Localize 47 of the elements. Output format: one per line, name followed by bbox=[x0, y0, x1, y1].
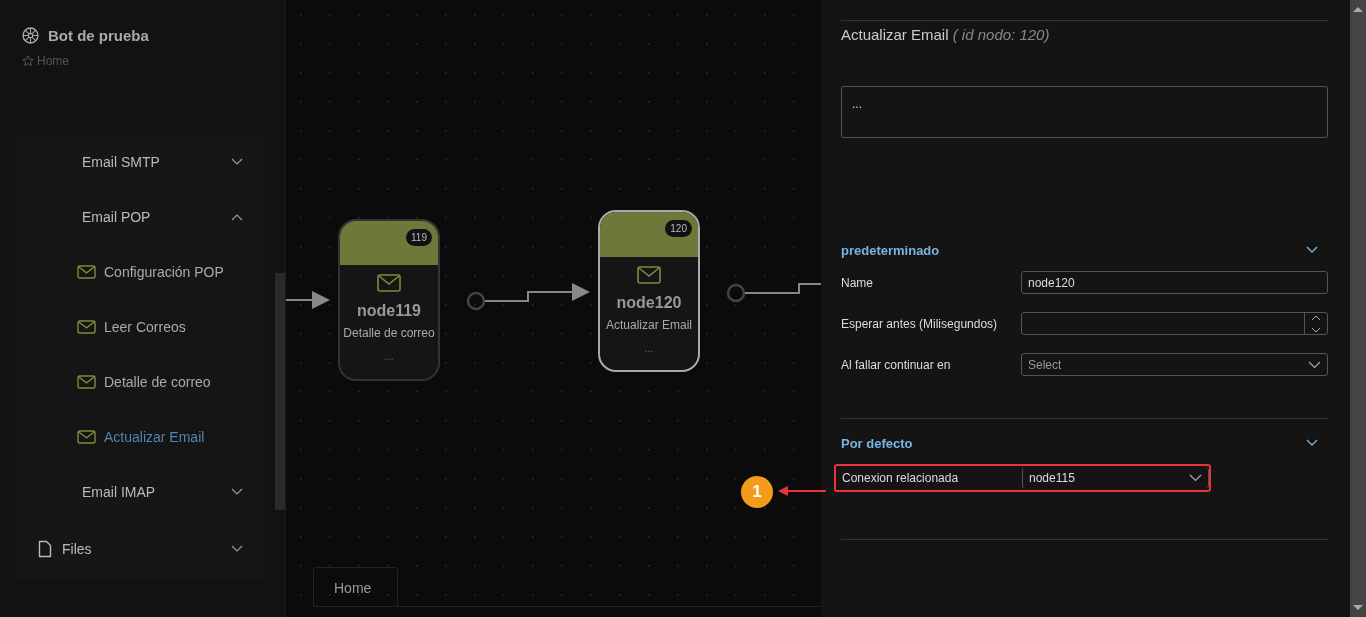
description-field[interactable]: ... bbox=[841, 86, 1328, 138]
scrollbar[interactable] bbox=[1350, 0, 1366, 617]
section-title[interactable]: Por defecto bbox=[841, 435, 913, 451]
chevron-icon bbox=[1308, 360, 1321, 369]
wheel-icon bbox=[22, 27, 39, 44]
star-icon[interactable] bbox=[22, 55, 34, 67]
number-field[interactable] bbox=[1021, 312, 1328, 335]
scroll-down-icon[interactable] bbox=[1353, 605, 1363, 611]
bot-title: Bot de prueba bbox=[48, 27, 149, 44]
envelope-icon bbox=[77, 375, 96, 389]
chevron-icon[interactable] bbox=[1306, 439, 1318, 447]
scroll-up-icon[interactable] bbox=[1353, 6, 1363, 12]
node-name: node120 bbox=[616, 294, 682, 312]
callout-arrow bbox=[778, 485, 826, 497]
envelope-icon bbox=[77, 265, 96, 279]
menu-group[interactable]: Email POP bbox=[15, 190, 263, 245]
menu-group[interactable]: Email SMTP bbox=[15, 135, 263, 190]
node-id-badge: 119 bbox=[406, 229, 432, 246]
connector-arrow bbox=[286, 291, 330, 309]
field-label: Name bbox=[841, 275, 874, 290]
scrollbar[interactable] bbox=[275, 273, 285, 510]
node-more: ... bbox=[384, 350, 394, 362]
chevron-icon[interactable] bbox=[1306, 246, 1318, 254]
select-field[interactable]: Select bbox=[1021, 353, 1328, 376]
envelope-icon bbox=[637, 266, 661, 284]
field-label: Conexion relacionada bbox=[842, 471, 960, 485]
node-subtitle: Actualizar Email bbox=[606, 318, 692, 332]
name-field[interactable]: node120 bbox=[1021, 271, 1328, 294]
node-more: ... bbox=[644, 342, 654, 354]
menu-group[interactable]: Email IMAP bbox=[15, 465, 263, 520]
chevron-icon bbox=[1189, 474, 1202, 482]
field-label: Esperar antes (Milisegundos) bbox=[841, 316, 999, 331]
node-subtitle: Detalle de correo bbox=[343, 326, 435, 340]
field-label: Al fallar continuar en bbox=[841, 357, 952, 372]
home-tab[interactable]: Home bbox=[313, 567, 399, 607]
flow-node[interactable]: 119 node119 Detalle de correo ... bbox=[338, 219, 440, 381]
file-icon bbox=[38, 540, 52, 558]
node-name: node119 bbox=[357, 302, 421, 320]
menu-group[interactable]: Files bbox=[15, 520, 263, 579]
select-field[interactable]: node115 bbox=[1022, 468, 1209, 488]
node-id-badge: 120 bbox=[665, 220, 692, 237]
section-title[interactable]: predeterminado bbox=[841, 242, 940, 258]
flow-node[interactable]: 120 node120 Actualizar Email ... bbox=[598, 210, 700, 372]
envelope-icon bbox=[377, 274, 401, 292]
envelope-icon bbox=[77, 320, 96, 334]
panel-title: Actualizar Email ( id nodo: 120) bbox=[841, 20, 1328, 43]
envelope-icon bbox=[77, 430, 96, 444]
